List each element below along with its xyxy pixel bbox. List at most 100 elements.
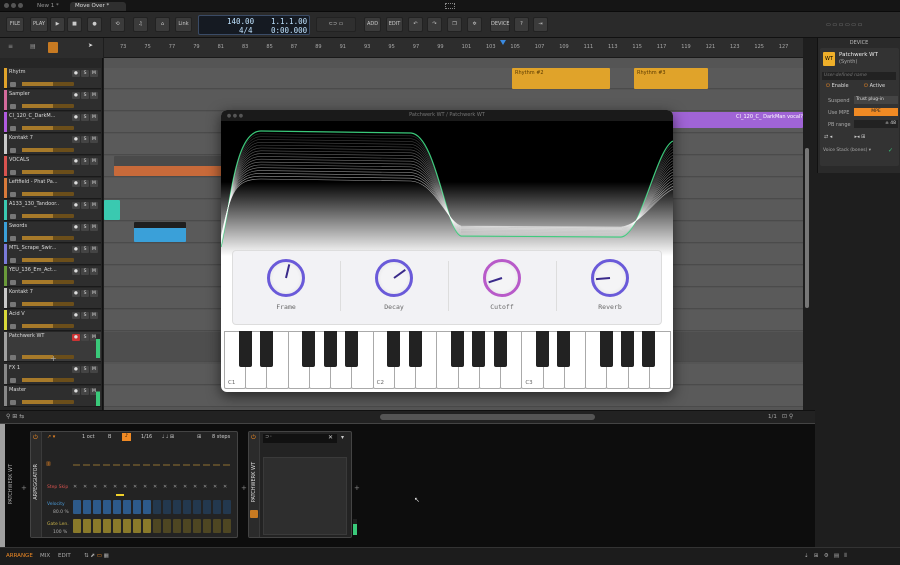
arm-button[interactable]: ● <box>72 388 80 395</box>
gate-value[interactable]: 100 % <box>53 530 67 535</box>
arp-b-button[interactable]: B <box>108 434 111 440</box>
black-key[interactable] <box>387 331 401 367</box>
clip-tandoori[interactable] <box>104 200 120 220</box>
step-skip-toggle[interactable]: ✕ <box>103 484 107 490</box>
velocity-step[interactable] <box>193 500 201 514</box>
gate-step[interactable] <box>183 519 191 533</box>
hscroll-thumb[interactable] <box>380 414 595 420</box>
gate-step[interactable] <box>203 519 211 533</box>
mute-button[interactable]: M <box>90 366 98 373</box>
arm-button[interactable]: ● <box>72 158 80 165</box>
select-tool-icon[interactable]: ➤ <box>88 42 93 49</box>
velocity-step[interactable] <box>113 500 121 514</box>
status-tool-icons[interactable]: ⇅ ⬈ ▭ ▦ <box>84 553 109 559</box>
add-track-icon[interactable]: + <box>50 354 57 363</box>
list-icon[interactable]: ≡ <box>8 43 13 50</box>
arm-button[interactable]: ● <box>72 114 80 121</box>
velocity-step[interactable] <box>73 500 81 514</box>
step-skip-toggle[interactable]: ✕ <box>73 484 77 490</box>
window-controls[interactable] <box>4 3 23 10</box>
mute-button[interactable]: M <box>90 268 98 275</box>
track-volume-fader[interactable] <box>22 258 74 262</box>
step-skip-toggle[interactable]: ✕ <box>183 484 187 490</box>
time-signature[interactable]: 4/4 <box>239 26 253 35</box>
arp-step-icons[interactable]: ♩ ♩ ⊞ <box>162 434 174 440</box>
track-volume-fader[interactable] <box>22 324 74 328</box>
black-key[interactable] <box>599 331 613 367</box>
black-key[interactable] <box>302 331 316 367</box>
track-header[interactable]: Acid V ● S M <box>4 310 101 331</box>
track-volume-fader[interactable] <box>22 302 74 306</box>
chain-add-icon-3[interactable]: + <box>354 484 360 492</box>
arm-button[interactable]: ● <box>72 224 80 231</box>
pw-menu-icon[interactable]: ▾ <box>341 434 344 441</box>
mpe-toggle[interactable]: MPE <box>854 108 898 116</box>
arm-button[interactable]: ● <box>72 246 80 253</box>
gate-step[interactable] <box>173 519 181 533</box>
edit-button[interactable]: EDIT <box>386 17 403 32</box>
play-icon[interactable]: ▶ <box>50 17 65 32</box>
step-skip-toggle[interactable]: ✕ <box>113 484 117 490</box>
gate-step[interactable] <box>123 519 131 533</box>
mute-button[interactable]: M <box>90 92 98 99</box>
decay-knob[interactable] <box>375 259 413 297</box>
step-skip-toggle[interactable]: ✕ <box>153 484 157 490</box>
gate-step[interactable] <box>103 519 111 533</box>
arp-pattern-icon[interactable]: ↗ ▾ <box>47 434 55 440</box>
device-name-field[interactable]: User-defined name <box>822 72 896 80</box>
clip-rhythm-3[interactable]: Rhythm #3 <box>634 68 708 89</box>
panel-toggle-icons[interactable]: ▭ ▭ ▭ ▭ ▭ ▭ <box>826 22 896 28</box>
track-volume-fader[interactable] <box>22 170 74 174</box>
arm-button[interactable]: ● <box>72 268 80 275</box>
solo-button[interactable]: S <box>81 114 89 121</box>
track-header[interactable]: A133_130_Tandoor... ● S M <box>4 200 101 221</box>
mute-button[interactable]: M <box>90 70 98 77</box>
velocity-step[interactable] <box>223 500 231 514</box>
link-button[interactable]: Link <box>175 17 192 32</box>
settings-icon[interactable]: ✲ <box>467 17 482 32</box>
black-key[interactable] <box>642 331 656 367</box>
velocity-step[interactable] <box>213 500 221 514</box>
velocity-step[interactable] <box>133 500 141 514</box>
help-icon[interactable]: ? <box>514 17 529 32</box>
solo-button[interactable]: S <box>81 70 89 77</box>
track-volume-fader[interactable] <box>22 400 74 404</box>
mute-button[interactable]: M <box>90 136 98 143</box>
arp-power-icon[interactable]: ⏻ <box>33 434 38 442</box>
solo-button[interactable]: S <box>81 202 89 209</box>
arrange-lane[interactable] <box>104 90 803 111</box>
pointer-tool-icon[interactable] <box>48 42 58 53</box>
track-header[interactable]: VOCALS ● S M <box>4 156 101 177</box>
solo-button[interactable]: S <box>81 246 89 253</box>
velocity-step[interactable] <box>183 500 191 514</box>
step-skip-row[interactable]: ✕ ✕ ✕ ✕ ✕ ✕ ✕ ✕ ✕ ✕ ✕ ✕ ✕ ✕ ✕ ✕ <box>73 484 233 492</box>
black-key[interactable] <box>493 331 507 367</box>
track-header[interactable]: CI_120_C_DarkM... ● S M <box>4 112 101 133</box>
solo-button[interactable]: S <box>81 290 89 297</box>
arm-button[interactable]: ● <box>72 312 80 319</box>
black-key[interactable] <box>451 331 465 367</box>
arm-button[interactable]: ● <box>72 366 80 373</box>
solo-button[interactable]: S <box>81 268 89 275</box>
black-key[interactable] <box>472 331 486 367</box>
gate-step[interactable] <box>133 519 141 533</box>
black-key[interactable] <box>621 331 635 367</box>
track-header[interactable]: Swords ● S M <box>4 222 101 243</box>
gate-step[interactable] <box>143 519 151 533</box>
export-icon[interactable]: ⇥ <box>533 17 548 32</box>
track-volume-fader[interactable] <box>22 192 74 196</box>
solo-button[interactable]: S <box>81 388 89 395</box>
velocity-step[interactable] <box>123 500 131 514</box>
gate-step[interactable] <box>153 519 161 533</box>
mute-button[interactable]: M <box>90 224 98 231</box>
step-skip-toggle[interactable]: ✕ <box>83 484 87 490</box>
arp-mode-icon[interactable]: ♪ <box>122 433 131 441</box>
solo-button[interactable]: S <box>81 312 89 319</box>
gate-step[interactable] <box>223 519 231 533</box>
clip-leftfield[interactable] <box>114 156 224 176</box>
mute-button[interactable]: M <box>90 246 98 253</box>
copy-icon[interactable]: ❐ <box>447 17 462 32</box>
track-header[interactable]: Kontakt 7 ● S M <box>4 134 101 155</box>
fit-icon[interactable]: ⊡ ⚲ <box>782 413 793 420</box>
mute-button[interactable]: M <box>90 114 98 121</box>
